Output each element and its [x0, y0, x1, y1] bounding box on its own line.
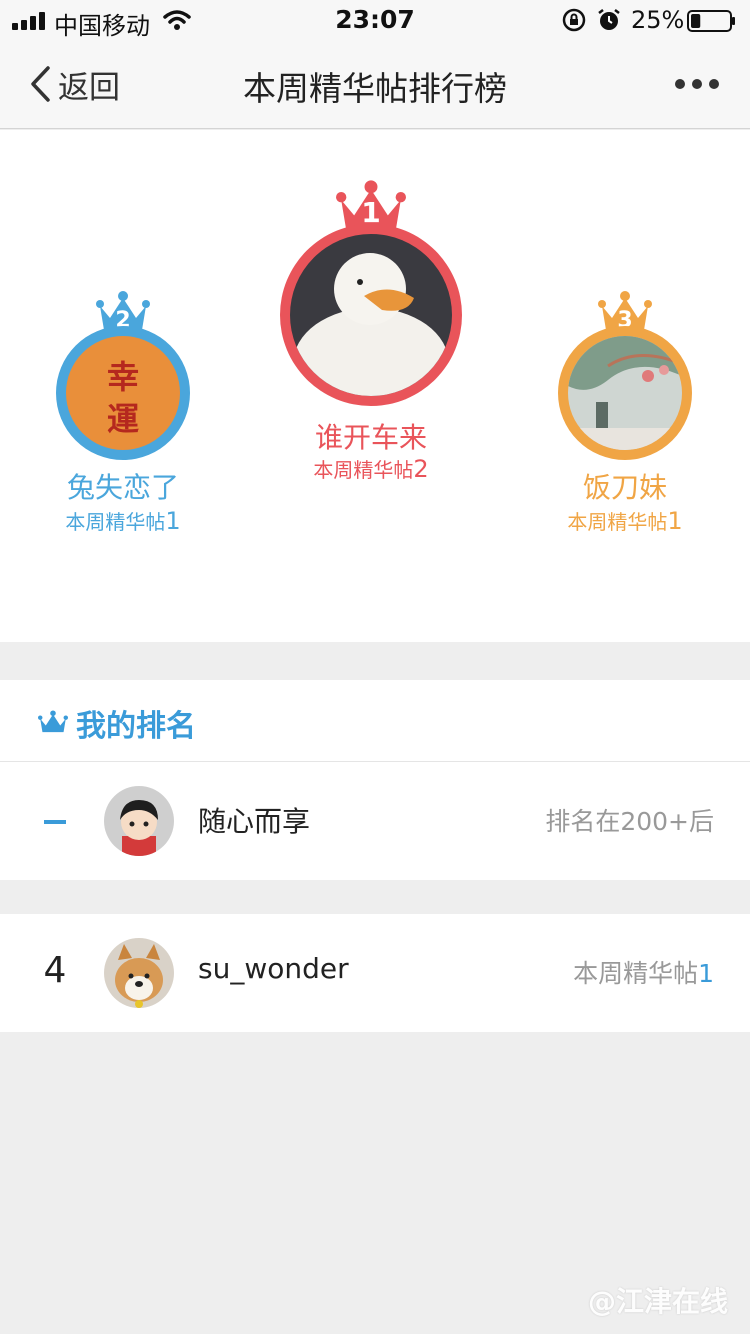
podium-rank-1[interactable]: 1 谁开车来 本周精华帖2	[250, 130, 500, 642]
rank-sub-count: 1	[667, 507, 683, 535]
rank-subtitle: 本周精华帖2	[250, 454, 492, 483]
battery-icon	[687, 10, 735, 32]
rank-sub-label: 本周精华帖	[567, 510, 668, 534]
dog-avatar-image	[104, 938, 174, 1008]
rank-name: 谁开车来	[314, 421, 427, 454]
my-rank-row[interactable]: 随心而享 排名在200+后	[0, 762, 750, 880]
nav-bar: 返回 本周精华帖排行榜	[0, 40, 750, 129]
podium-rank-2[interactable]: 2 幸 運 兔失恋了 本周精华帖1	[0, 130, 250, 642]
rank-sub-count: 2	[413, 455, 429, 483]
avatar[interactable]	[558, 326, 692, 460]
rank-sub-label: 本周精华帖	[313, 458, 414, 482]
rank-number: 4	[43, 950, 67, 991]
rotation-lock-icon	[562, 8, 586, 32]
rank-dash	[44, 820, 66, 824]
battery-percent: 25%	[631, 6, 685, 34]
my-rank-header: 我的排名	[0, 680, 750, 762]
avatar[interactable]	[104, 786, 174, 856]
list-item[interactable]: 4 su_wonder 本周精华帖1	[0, 914, 750, 1032]
cartoon-avatar-image	[104, 786, 174, 856]
crown-icon	[38, 710, 68, 733]
avatar-text-2: 運	[106, 400, 139, 438]
post-count-value: 1	[698, 959, 714, 988]
user-name: su_wonder	[198, 952, 349, 985]
user-name: 随心而享	[198, 805, 311, 838]
avatar[interactable]	[104, 938, 174, 1008]
rank-subtitle: 本周精华帖1	[0, 506, 246, 535]
watermark: @江津在线	[587, 1285, 728, 1318]
rank-name: 饭刀妹	[582, 471, 667, 504]
post-count: 本周精华帖1	[573, 954, 714, 990]
avatar[interactable]: 幸 運	[56, 326, 190, 460]
status-bar: 中国移动 23:07 25%	[0, 0, 750, 40]
alarm-icon	[598, 9, 620, 30]
rank-sub-label: 本周精华帖	[65, 510, 166, 534]
rank-sub-count: 1	[165, 507, 181, 535]
podium: 2 幸 運 兔失恋了 本周精华帖1 1 谁开车来 本周精华帖2 3 饭刀妹 本周…	[0, 130, 750, 642]
podium-rank-3[interactable]: 3 饭刀妹 本周精华帖1	[500, 130, 750, 642]
page-title: 本周精华帖排行榜	[243, 69, 507, 108]
scenery-avatar-image	[568, 336, 682, 450]
duck-avatar-image	[290, 234, 452, 396]
avatar[interactable]	[280, 224, 462, 406]
my-rank-title: 我的排名	[76, 709, 196, 744]
rank-status: 排名在200+后	[545, 807, 714, 836]
rank-subtitle: 本周精华帖1	[500, 506, 750, 535]
more-icon[interactable]	[674, 72, 720, 96]
post-count-label: 本周精华帖	[573, 959, 699, 988]
avatar-text-1: 幸	[106, 358, 139, 396]
rank-name: 兔失恋了	[66, 471, 179, 504]
